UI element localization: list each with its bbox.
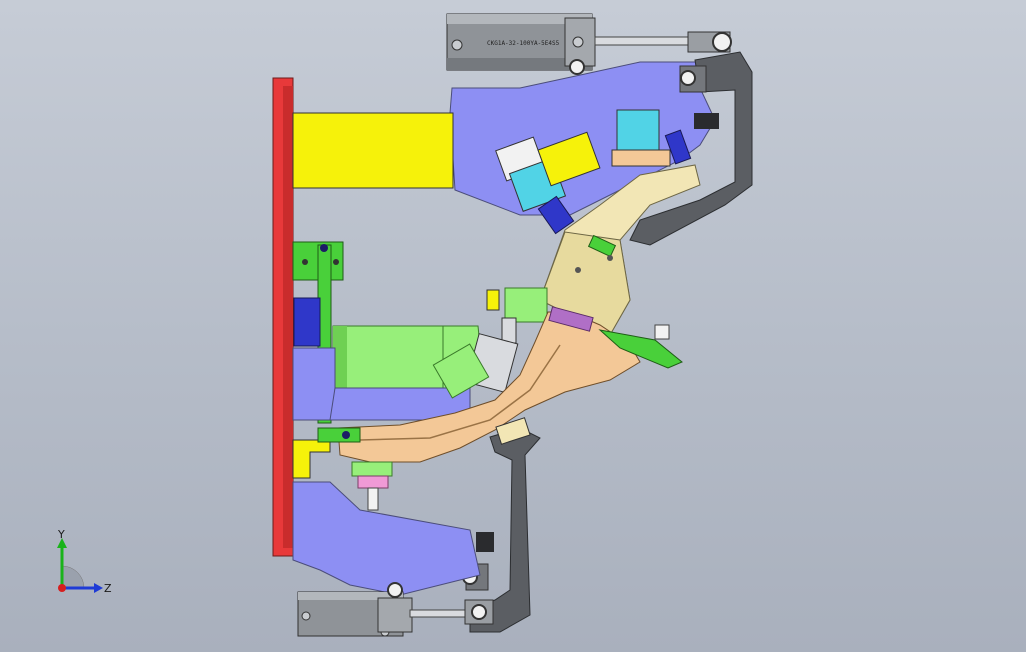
lower-bracket[interactable] — [292, 481, 481, 596]
top-cylinder-label: CKG1A-32-100YA-5E4S5 — [487, 40, 560, 47]
bottom-piston-rod[interactable] — [409, 609, 471, 618]
bottom-cylinder[interactable] — [297, 582, 494, 637]
cad-viewport[interactable]: CKG1A-32-100YA-5E4S5 Y Z — [0, 0, 1026, 652]
z-axis-label: Z — [104, 582, 112, 595]
light-green-block[interactable] — [332, 325, 444, 389]
y-axis-label: Y — [57, 528, 65, 541]
support-block[interactable] — [292, 112, 454, 189]
top-piston-rod[interactable] — [594, 36, 691, 46]
bolt-icon — [451, 39, 463, 51]
pivot-icon — [680, 70, 696, 86]
triad-quadrant — [61, 565, 85, 589]
blue-lock-unit[interactable] — [293, 297, 321, 347]
z-axis-arrow-icon — [94, 583, 103, 593]
bolt-icon — [572, 36, 584, 48]
x-axis-dot-icon — [58, 584, 66, 592]
axis-triad: Y Z — [57, 528, 112, 595]
pivot-icon — [712, 32, 732, 52]
pivot-icon — [471, 604, 487, 620]
fixture-model[interactable]: CKG1A-32-100YA-5E4S5 — [0, 0, 1026, 652]
bolt-icon — [301, 611, 311, 621]
lower-pad[interactable] — [351, 461, 393, 477]
